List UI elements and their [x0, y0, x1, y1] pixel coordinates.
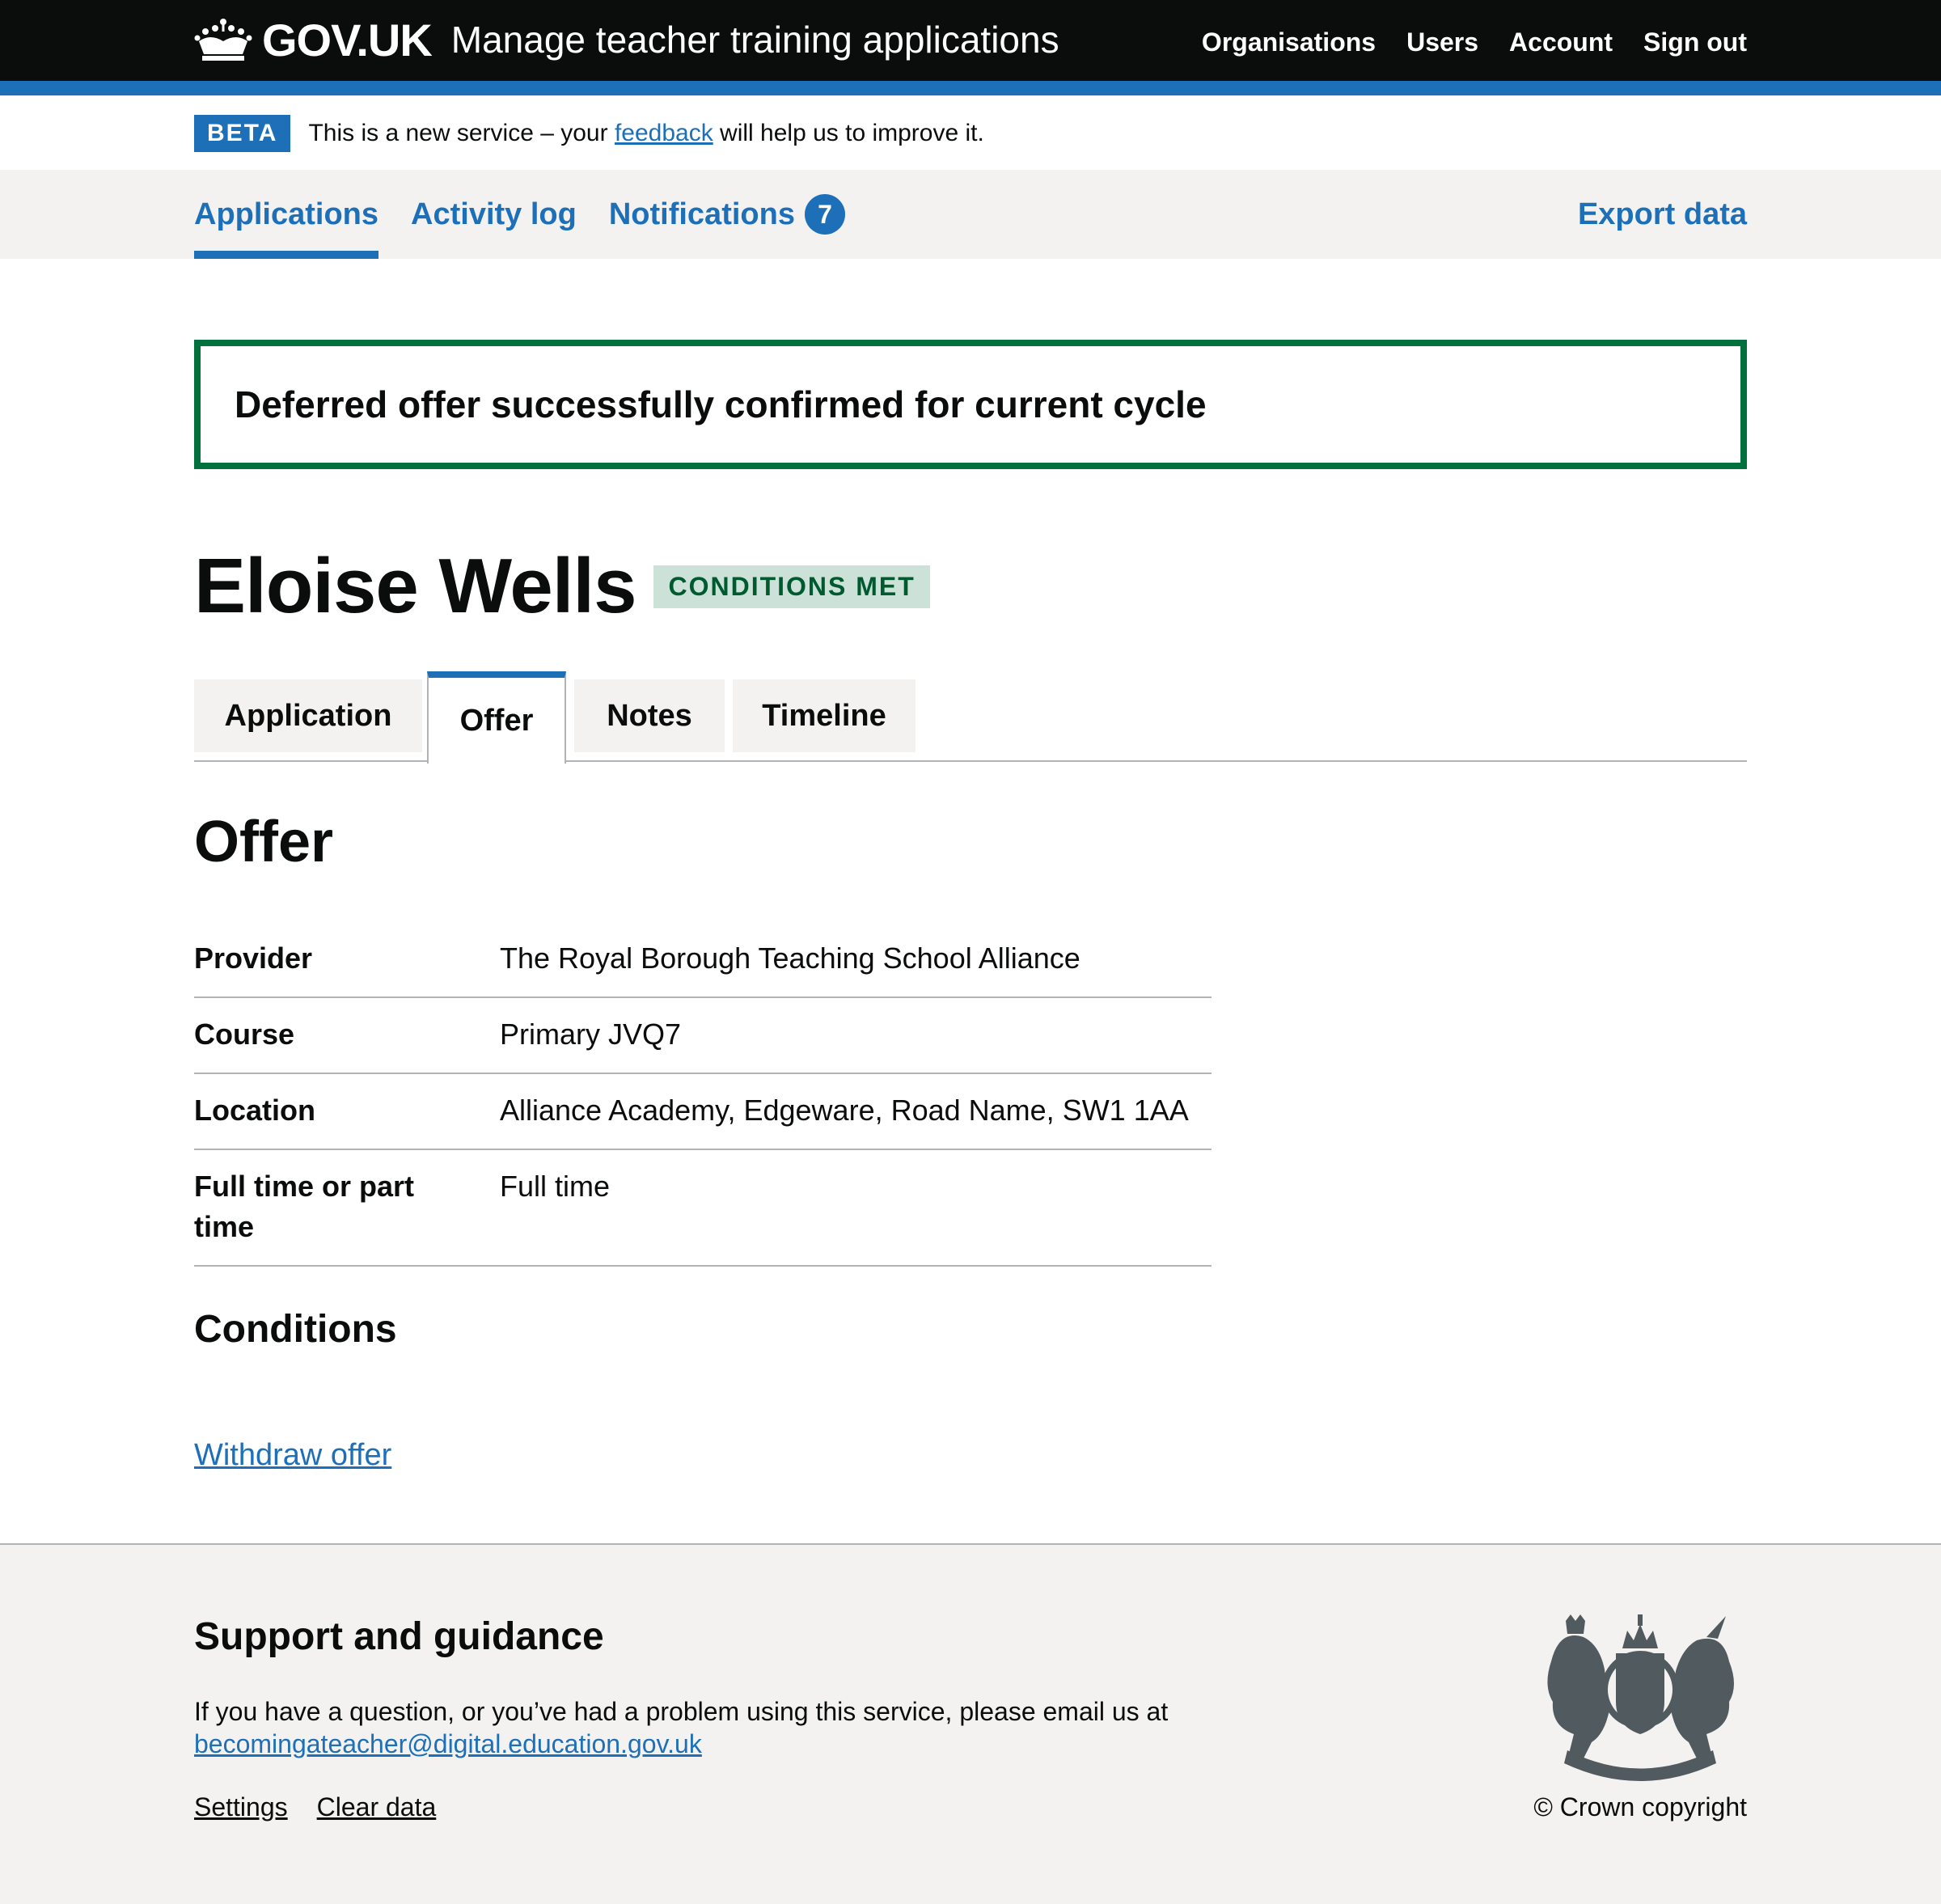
offer-summary-list: Provider The Royal Borough Teaching Scho…: [194, 922, 1212, 1267]
summary-key: Provider: [194, 941, 313, 975]
tab-application[interactable]: Application: [194, 679, 422, 752]
nav-sign-out[interactable]: Sign out: [1643, 28, 1747, 57]
footer-link-settings[interactable]: Settings: [194, 1792, 288, 1822]
primary-navigation: Applications Activity log Notifications 7…: [0, 170, 1941, 259]
header-blue-bar: [0, 81, 1941, 95]
beta-text-before: This is a new service – your: [308, 120, 615, 146]
nav-account[interactable]: Account: [1509, 28, 1613, 57]
notifications-count-badge: 7: [804, 194, 845, 235]
nav-notifications-label: Notifications: [608, 197, 795, 231]
service-name[interactable]: Manage teacher training applications: [451, 18, 1059, 61]
support-email-link[interactable]: becomingateacher@digital.education.gov.u…: [194, 1729, 702, 1758]
offer-heading: Offer: [194, 810, 334, 874]
export-data-link[interactable]: Export data: [1578, 170, 1747, 259]
summary-key: Full time or part time: [194, 1170, 415, 1243]
footer-support-sentence: If you have a question, or you’ve had a …: [194, 1697, 1169, 1726]
nav-applications-label: Applications: [194, 197, 379, 231]
govuk-logo[interactable]: GOV.UK Manage teacher training applicati…: [194, 11, 1059, 68]
summary-value: The Royal Borough Teaching School Allian…: [500, 941, 1080, 975]
footer: Support and guidance If you have a quest…: [0, 1543, 1941, 1904]
summary-row-study-mode: Full time or part time Full time: [194, 1150, 1212, 1267]
beta-text: This is a new service – your feedback wi…: [308, 120, 983, 147]
candidate-name: Eloise Wells: [194, 543, 636, 629]
footer-links: Settings Clear data: [194, 1792, 436, 1822]
tab-timeline[interactable]: Timeline: [733, 679, 916, 752]
summary-value: Full time: [500, 1170, 611, 1203]
summary-value: Alliance Academy, Edgeware, Road Name, S…: [500, 1094, 1189, 1127]
crown-copyright[interactable]: © Crown copyright: [1533, 1792, 1747, 1822]
conditions-heading: Conditions: [194, 1308, 397, 1351]
nav-applications[interactable]: Applications: [194, 170, 379, 259]
summary-row-location: Location Alliance Academy, Edgeware, Roa…: [194, 1074, 1212, 1150]
page-heading: Eloise Wells CONDITIONS MET: [194, 542, 930, 631]
success-message: Deferred offer successfully confirmed fo…: [235, 383, 1207, 425]
nav-notifications[interactable]: Notifications 7: [609, 170, 845, 259]
sub-navigation-tabs: Application Offer Notes Timeline: [194, 671, 1747, 764]
nav-activity-log[interactable]: Activity log: [411, 170, 577, 259]
summary-key: Course: [194, 1018, 295, 1051]
nav-activity-log-label: Activity log: [411, 197, 577, 231]
tab-offer[interactable]: Offer: [427, 671, 566, 764]
feedback-link[interactable]: feedback: [615, 120, 713, 146]
logo-text: GOV.UK: [262, 14, 433, 66]
withdraw-offer-link[interactable]: Withdraw offer: [194, 1438, 391, 1473]
summary-row-course: Course Primary JVQ7: [194, 998, 1212, 1074]
royal-coat-of-arms-icon: [1547, 1614, 1734, 1781]
nav-users[interactable]: Users: [1406, 28, 1478, 57]
phase-banner: BETA This is a new service – your feedba…: [194, 113, 984, 154]
tab-notes[interactable]: Notes: [574, 679, 725, 752]
summary-key: Location: [194, 1094, 315, 1127]
summary-row-provider: Provider The Royal Borough Teaching Scho…: [194, 922, 1212, 998]
summary-value: Primary JVQ7: [500, 1018, 682, 1051]
footer-support-text: If you have a question, or you’ve had a …: [194, 1695, 1245, 1760]
govuk-header: GOV.UK Manage teacher training applicati…: [0, 0, 1941, 81]
status-badge: CONDITIONS MET: [653, 565, 930, 608]
footer-link-clear-data[interactable]: Clear data: [317, 1792, 437, 1822]
header-nav: Organisations Users Account Sign out: [1202, 28, 1747, 57]
crown-icon: [194, 19, 252, 61]
nav-organisations[interactable]: Organisations: [1202, 28, 1376, 57]
beta-text-after: will help us to improve it.: [713, 120, 984, 146]
beta-tag: BETA: [194, 115, 291, 152]
footer-title: Support and guidance: [194, 1615, 604, 1658]
success-notification-banner: Deferred offer successfully confirmed fo…: [194, 340, 1747, 469]
